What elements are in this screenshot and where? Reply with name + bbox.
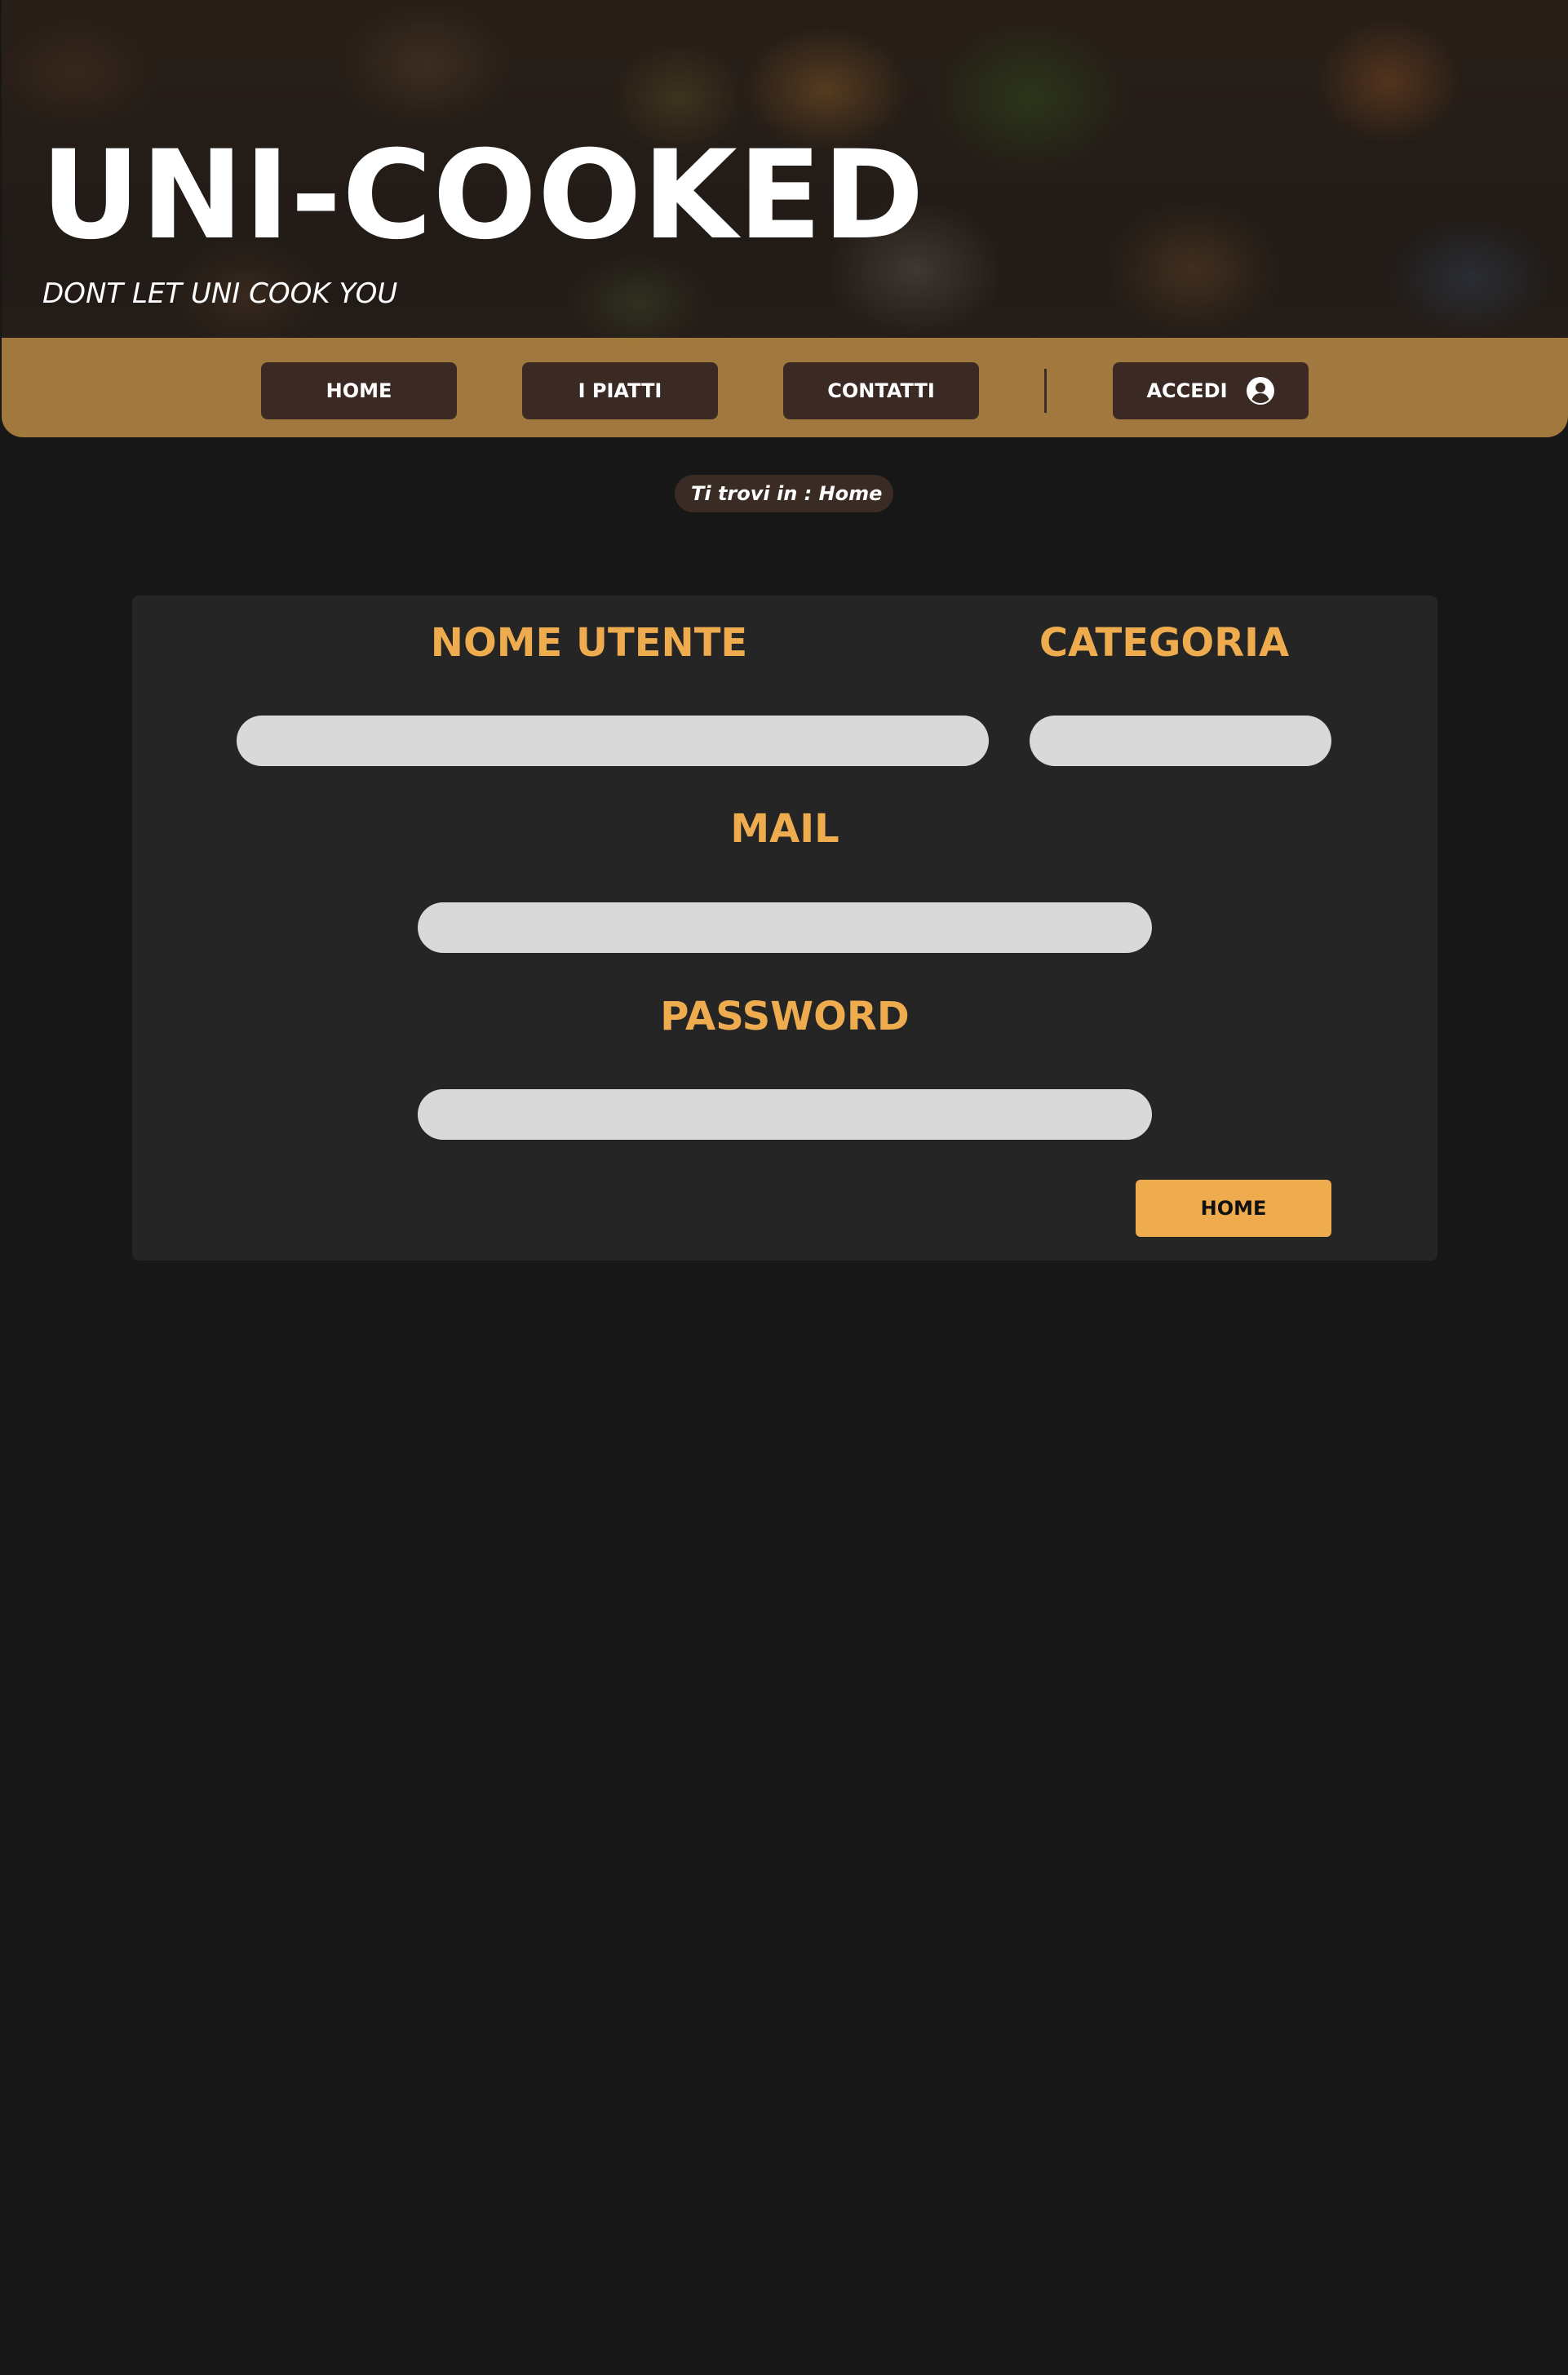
hero-header: UNI-COOKED DONT LET UNI COOK YOU HOME I … <box>2 0 1568 437</box>
login-button-label: ACCEDI <box>1146 379 1228 402</box>
nav-piatti-button[interactable]: I PIATTI <box>522 362 718 419</box>
mail-label: MAIL <box>730 806 839 852</box>
nav-contatti-button[interactable]: CONTATTI <box>783 362 979 419</box>
username-input[interactable] <box>237 716 989 766</box>
main-nav: HOME I PIATTI CONTATTI ACCEDI <box>2 338 1568 437</box>
nav-home-button[interactable]: HOME <box>261 362 457 419</box>
category-label: CATEGORIA <box>1039 620 1290 666</box>
site-tagline: DONT LET UNI COOK YOU <box>42 277 398 310</box>
category-input[interactable] <box>1030 716 1331 766</box>
breadcrumb: Ti trovi in : Home <box>675 475 893 512</box>
password-label: PASSWORD <box>660 994 910 1039</box>
mail-input[interactable] <box>418 902 1152 953</box>
nav-divider <box>1044 369 1047 413</box>
username-label: NOME UTENTE <box>430 620 748 666</box>
form-home-button[interactable]: HOME <box>1136 1180 1331 1237</box>
user-circle-icon <box>1246 377 1274 405</box>
page: UNI-COOKED DONT LET UNI COOK YOU HOME I … <box>2 0 1568 2375</box>
site-title: UNI-COOKED <box>41 125 925 267</box>
password-input[interactable] <box>418 1089 1152 1140</box>
registration-form: NOME UTENTE CATEGORIA MAIL PASSWORD HOME <box>132 596 1437 1261</box>
login-button[interactable]: ACCEDI <box>1113 362 1309 419</box>
